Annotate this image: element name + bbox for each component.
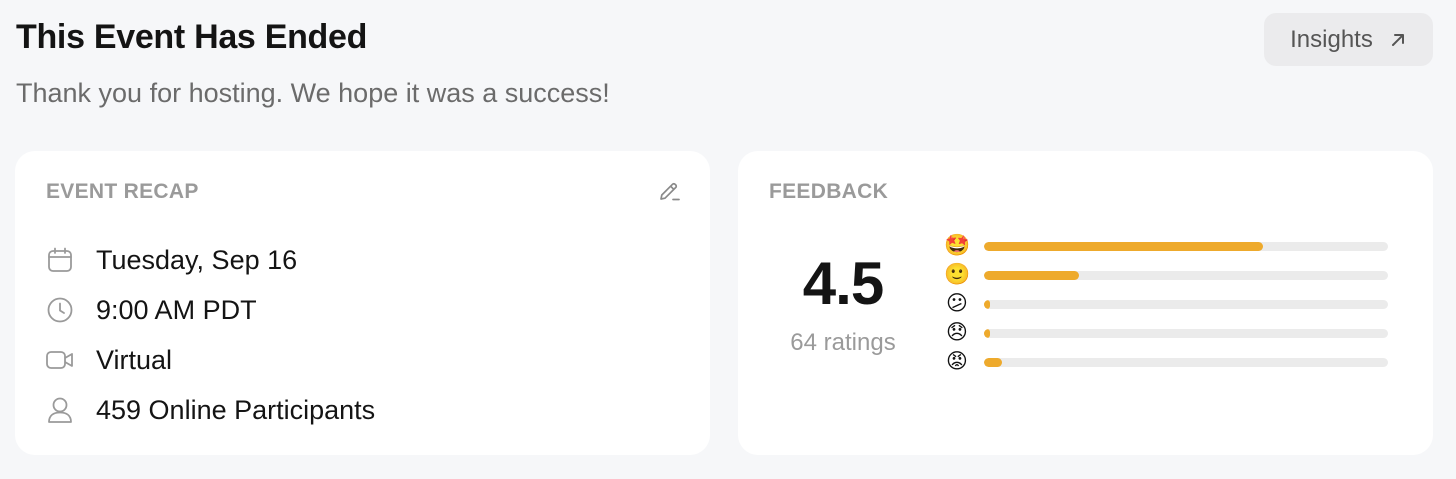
recap-location-row: Virtual bbox=[45, 340, 172, 380]
page-subtitle: Thank you for hosting. We hope it was a … bbox=[16, 78, 610, 108]
rating-row: 😕 bbox=[944, 291, 1390, 317]
insights-button-label: Insights bbox=[1290, 25, 1373, 53]
event-recap-card: EVENT RECAP Tuesday, Sep 16 9:00 AM PDT … bbox=[15, 151, 710, 455]
rating-bar-track bbox=[984, 242, 1388, 251]
rating-bar-track bbox=[984, 271, 1388, 280]
participant-count: 459 Online Participants bbox=[96, 394, 376, 425]
page-title: This Event Has Ended bbox=[16, 18, 368, 56]
rating-bar-track bbox=[984, 358, 1388, 367]
event-date: Tuesday, Sep 16 bbox=[96, 244, 298, 275]
event-ended-page: This Event Has Ended Thank you for hosti… bbox=[0, 0, 1456, 479]
event-time: 9:00 AM PDT bbox=[96, 294, 257, 325]
rating-row: 😡 bbox=[944, 349, 1390, 375]
rating-row: 🤩 bbox=[944, 233, 1390, 259]
insights-button[interactable]: Insights bbox=[1264, 13, 1433, 66]
disappointed-emoji-icon: 😞 bbox=[946, 321, 968, 344]
angry-emoji-icon: 😡 bbox=[946, 350, 968, 373]
event-location: Virtual bbox=[96, 344, 173, 375]
feedback-heading: FEEDBACK bbox=[769, 180, 889, 203]
rating-bar-fill bbox=[984, 242, 1263, 251]
rating-bar-fill bbox=[984, 358, 1003, 367]
recap-time-row: 9:00 AM PDT bbox=[45, 290, 257, 330]
event-recap-heading: EVENT RECAP bbox=[46, 180, 199, 203]
confused-emoji-icon: 😕 bbox=[946, 292, 968, 315]
calendar-icon bbox=[45, 245, 75, 275]
star-struck-emoji-icon: 🤩 bbox=[944, 234, 971, 257]
pencil-icon[interactable] bbox=[657, 179, 681, 203]
arrow-up-right-icon bbox=[1391, 33, 1404, 46]
recap-date-row: Tuesday, Sep 16 bbox=[45, 240, 297, 280]
rating-bar-fill bbox=[984, 271, 1079, 280]
average-rating: 4.5 bbox=[802, 250, 884, 317]
clock-icon bbox=[45, 295, 75, 325]
feedback-card: FEEDBACK 4.5 64 ratings 🤩 🙂 😕 😞 😡 bbox=[738, 151, 1433, 455]
person-icon bbox=[45, 395, 75, 425]
rating-row: 🙂 bbox=[944, 262, 1390, 288]
rating-bar-fill bbox=[984, 300, 991, 309]
rating-bar-track bbox=[984, 329, 1388, 338]
rating-row: 😞 bbox=[944, 320, 1390, 346]
video-camera-icon bbox=[45, 345, 75, 375]
ratings-count: 64 ratings bbox=[790, 329, 896, 356]
recap-participants-row: 459 Online Participants bbox=[45, 390, 375, 430]
rating-bar-fill bbox=[984, 329, 991, 338]
rating-bar-track bbox=[984, 300, 1388, 309]
smiling-emoji-icon: 🙂 bbox=[944, 263, 971, 286]
